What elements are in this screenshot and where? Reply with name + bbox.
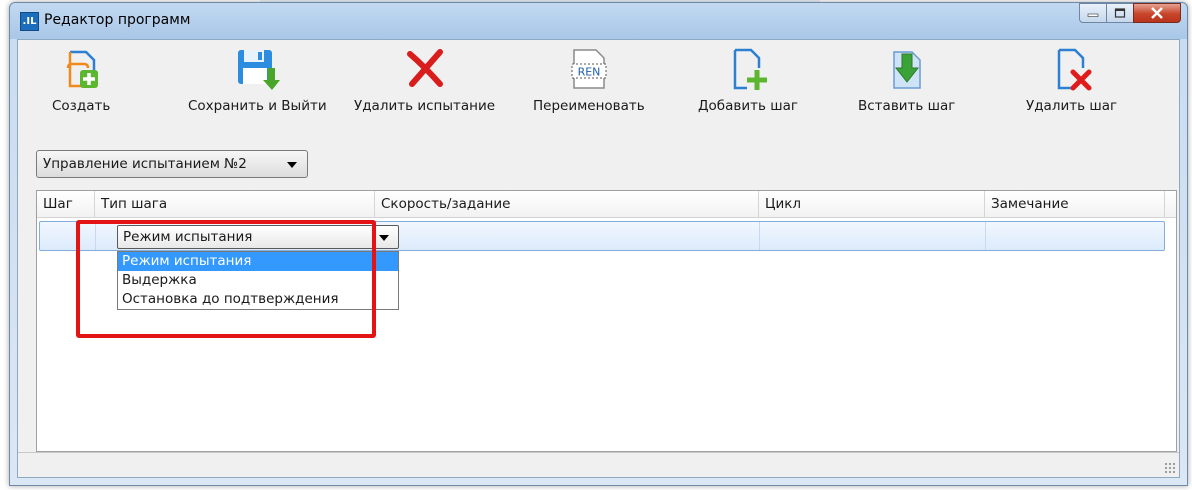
row-separator [985, 222, 986, 250]
resize-grip-icon[interactable] [1164, 462, 1176, 474]
program-editor-window: .IL Редактор программ Создать Сохранить … [9, 2, 1188, 486]
column-header-step-type[interactable]: Тип шага [95, 191, 375, 217]
insert-step-button[interactable]: Вставить шаг [858, 46, 955, 114]
toolbar: Создать Сохранить и Выйти Удалить испыта… [18, 40, 1179, 140]
window-controls [1079, 3, 1181, 23]
create-button[interactable]: Создать [52, 46, 110, 114]
column-header-speed[interactable]: Скорость/задание [375, 191, 759, 217]
close-button[interactable] [1133, 3, 1181, 23]
step-type-value: Режим испытания [123, 229, 253, 245]
column-header-step[interactable]: Шаг [37, 191, 95, 217]
test-select-value: Управление испытанием №2 [43, 156, 247, 172]
column-header-cycle[interactable]: Цикл [759, 191, 985, 217]
insert-step-label: Вставить шаг [858, 98, 956, 114]
rename-icon: REN [571, 49, 607, 89]
step-type-combobox[interactable]: Режим испытания [117, 225, 399, 249]
test-select-combobox[interactable]: Управление испытанием №2 [36, 150, 308, 178]
client-area: Создать Сохранить и Выйти Удалить испыта… [17, 39, 1180, 478]
save-exit-label: Сохранить и Выйти [188, 98, 327, 114]
title-bar[interactable]: .IL Редактор программ [10, 3, 1187, 37]
rename-icon-text: REN [577, 66, 600, 79]
status-bar [18, 452, 1179, 477]
delete-step-button[interactable]: Удалить шаг [1026, 46, 1117, 114]
rename-label: Переименовать [533, 98, 645, 114]
column-header-note[interactable]: Замечание [985, 191, 1165, 217]
insert-step-icon [892, 51, 921, 89]
row-separator [95, 222, 96, 250]
maximize-button[interactable] [1106, 3, 1134, 23]
delete-test-button[interactable]: Удалить испытание [354, 46, 495, 114]
save-exit-button[interactable]: Сохранить и Выйти [188, 46, 327, 114]
maximize-icon [1114, 8, 1126, 18]
dropdown-option-hold[interactable]: Выдержка [118, 271, 398, 290]
window-title: Редактор программ [44, 12, 191, 28]
close-icon [1151, 7, 1163, 19]
chevron-down-icon [379, 235, 389, 241]
minimize-icon [1087, 13, 1099, 17]
add-step-label: Добавить шаг [698, 98, 798, 114]
delete-step-icon [1057, 48, 1092, 91]
create-label: Создать [52, 98, 111, 114]
app-icon: .IL [20, 12, 39, 31]
minimize-button[interactable] [1079, 3, 1107, 23]
step-type-dropdown-list: Режим испытания Выдержка Остановка до по… [117, 251, 399, 310]
table-header: Шаг Тип шага Скорость/задание Цикл Замеч… [37, 191, 1176, 218]
delete-cross-icon [406, 49, 443, 87]
save-exit-icon [238, 50, 281, 90]
chevron-down-icon [287, 162, 297, 168]
steps-table: Шаг Тип шага Скорость/задание Цикл Замеч… [36, 190, 1177, 452]
add-step-button[interactable]: Добавить шаг [698, 46, 798, 114]
rename-button[interactable]: REN Переименовать [533, 46, 645, 114]
dropdown-option-test-mode[interactable]: Режим испытания [118, 252, 398, 271]
add-step-icon [733, 48, 767, 90]
create-document-icon [66, 50, 99, 88]
row-separator [759, 222, 760, 250]
delete-test-label: Удалить испытание [354, 98, 496, 114]
dropdown-option-stop-until-confirm[interactable]: Остановка до подтверждения [118, 290, 398, 309]
delete-step-label: Удалить шаг [1026, 98, 1118, 114]
